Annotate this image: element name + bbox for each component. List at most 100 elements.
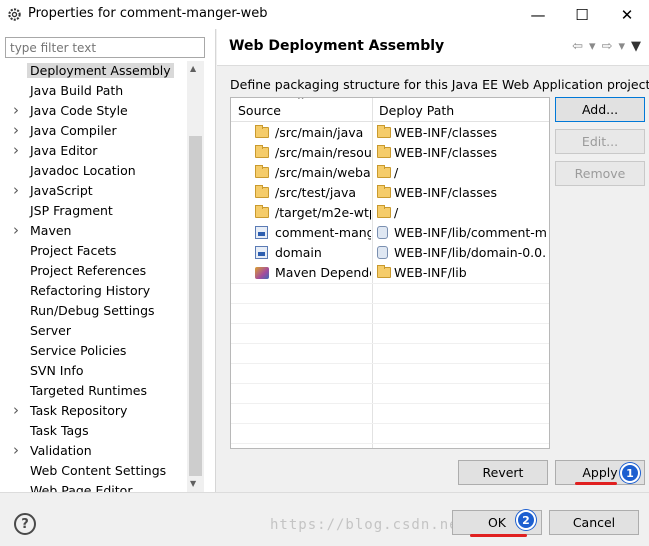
tree-item-label: JavaScript [30,183,93,198]
scroll-up-icon[interactable]: ▲ [190,64,196,73]
sort-ascending-icon: ^ [297,97,305,106]
tree-item[interactable]: Task Tags [0,421,203,441]
folder-icon [255,205,269,218]
folder-icon [377,125,391,138]
tree-item[interactable]: Server [0,321,203,341]
table-row[interactable]: /src/test/java WEB-INF/classes [231,183,549,203]
scroll-down-icon[interactable]: ▼ [190,479,196,488]
folder-icon [255,185,269,198]
folder-icon [377,265,391,278]
folder-icon [255,125,269,138]
source-cell: /src/main/webapp [275,165,371,180]
filter-input[interactable] [5,37,205,58]
chevron-right-icon[interactable]: › [13,221,23,239]
table-row[interactable]: Maven Dependencies WEB-INF/lib [231,263,549,283]
tree-item[interactable]: Service Policies [0,341,203,361]
row-separator [231,343,549,344]
deployment-assembly-page: Web Deployment Assembly ⇦ ▾ ⇨ ▾ ▼ Define… [217,29,649,492]
row-separator [231,323,549,324]
table-row[interactable]: /src/main/java WEB-INF/classes [231,123,549,143]
tree-item[interactable]: Java Build Path [0,81,203,101]
table-row[interactable]: /src/main/resources WEB-INF/classes [231,143,549,163]
chevron-right-icon[interactable]: › [13,101,23,119]
forward-arrow-icon[interactable]: ⇨ [602,39,613,54]
tree-item-label: Maven [30,223,72,238]
chevron-right-icon[interactable]: › [13,401,23,419]
row-separator [231,383,549,384]
tree-item[interactable]: Web Page Editor [0,481,203,492]
row-separator [231,303,549,304]
source-cell: comment-manger-service [275,225,371,240]
help-icon[interactable]: ? [14,513,36,535]
remove-button[interactable]: Remove [555,161,645,186]
maximize-button[interactable]: ☐ [560,0,604,29]
tree-item-label: Java Code Style [30,103,128,118]
tree-item-label: Validation [30,443,92,458]
scrollbar-thumb[interactable] [189,136,202,476]
page-title: Web Deployment Assembly [229,38,445,54]
window-title: Properties for comment-manger-web [28,6,268,21]
row-separator [231,443,549,444]
annotation-badge-1: 1 [620,463,640,483]
table-row[interactable]: comment-manger-service WEB-INF/lib/commen… [231,223,549,243]
row-separator [231,423,549,424]
chevron-right-icon[interactable]: › [13,141,23,159]
back-menu-icon[interactable]: ▾ [589,39,596,54]
tree-item[interactable]: Run/Debug Settings [0,301,203,321]
revert-button[interactable]: Revert [458,460,548,485]
dialog-footer: ? https://blog.csdn.net/u014079 OK Cance… [0,492,649,546]
table-row[interactable]: /target/m2e-wtp/web-resources / [231,203,549,223]
jar-icon [377,246,388,259]
close-button[interactable]: ✕ [605,0,649,29]
tree-item-label: Targeted Runtimes [30,383,147,398]
column-header-source[interactable]: Source [238,103,281,118]
cancel-button[interactable]: Cancel [549,510,639,535]
tree-item[interactable]: Javadoc Location [0,161,203,181]
row-separator [231,283,549,284]
tree-scrollbar[interactable]: ▲ ▼ [187,61,204,492]
column-header-deploy-path[interactable]: Deploy Path [379,103,454,118]
annotation-underline-ok [470,534,527,537]
back-arrow-icon[interactable]: ⇦ [572,39,583,54]
deploy-path-cell: WEB-INF/classes [394,145,498,160]
tree-item[interactable]: Targeted Runtimes [0,381,203,401]
forward-menu-icon[interactable]: ▾ [618,39,625,54]
tree-item[interactable]: JSP Fragment [0,201,203,221]
tree-item[interactable]: SVN Info [0,361,203,381]
page-header: Web Deployment Assembly ⇦ ▾ ⇨ ▾ ▼ [217,29,649,66]
chevron-right-icon[interactable]: › [13,441,23,459]
deploy-path-cell: / [394,165,399,180]
tree-item[interactable]: › Java Compiler [0,121,203,141]
table-row[interactable]: domain WEB-INF/lib/domain-0.0.1-SNAPSHOT.… [231,243,549,263]
tree-item[interactable]: Project Facets [0,241,203,261]
folder-icon [377,185,391,198]
edit-button[interactable]: Edit... [555,129,645,154]
chevron-right-icon[interactable]: › [13,121,23,139]
tree-item[interactable]: Web Content Settings [0,461,203,481]
tree-item[interactable]: Deployment Assembly [0,61,203,81]
tree-item-label: Task Repository [30,403,128,418]
tree-item-label: Refactoring History [30,283,151,298]
tree-item[interactable]: › Task Repository [0,401,203,421]
add-button[interactable]: Add... [555,97,645,122]
properties-nav-panel: Deployment Assembly Java Build Path › Java … [0,29,216,492]
row-separator [231,403,549,404]
tree-item[interactable]: Project References [0,261,203,281]
tree-item[interactable]: › Java Code Style [0,101,203,121]
minimize-button[interactable]: — [516,0,560,29]
tree-item-label: Task Tags [30,423,89,438]
table-row[interactable]: /src/main/webapp / [231,163,549,183]
tree-item[interactable]: › Maven [0,221,203,241]
view-menu-icon[interactable]: ▼ [631,39,641,54]
project-icon [255,246,268,259]
assembly-table: Source ^ Deploy Path /src/main/java WEB-I… [230,97,550,449]
tree-item-label: Java Build Path [30,83,124,98]
tree-item[interactable]: Refactoring History [0,281,203,301]
tree-item[interactable]: › Java Editor [0,141,203,161]
annotation-badge-2: 2 [516,510,536,530]
tree-item[interactable]: › JavaScript [0,181,203,201]
tree-item[interactable]: › Validation [0,441,203,461]
source-cell: /src/main/java [275,125,364,140]
chevron-right-icon[interactable]: › [13,181,23,199]
folder-icon [255,145,269,158]
